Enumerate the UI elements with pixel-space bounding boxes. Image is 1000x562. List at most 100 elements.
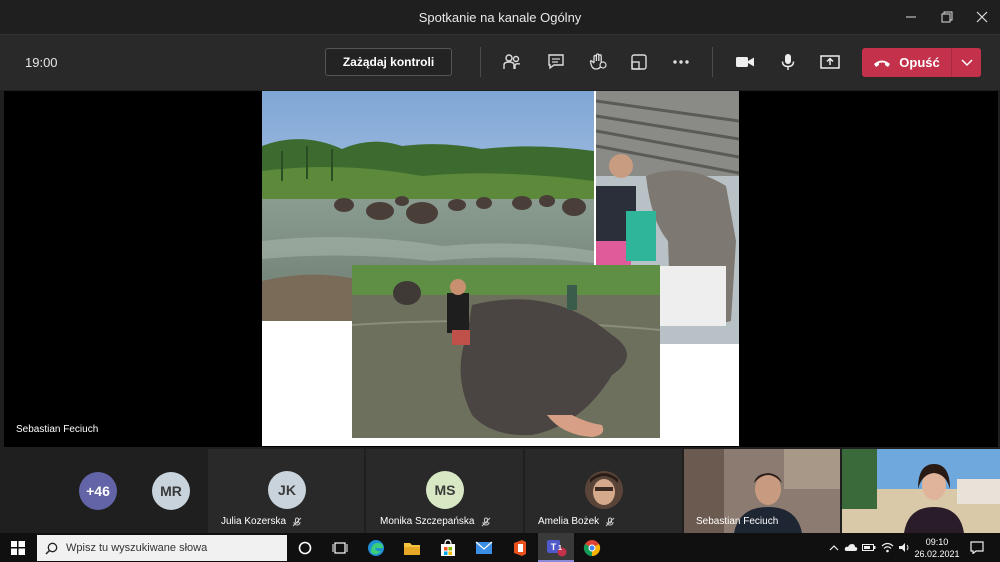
more-options-button[interactable] bbox=[668, 49, 694, 75]
close-button[interactable] bbox=[964, 0, 1000, 34]
participant-name: Julia Kozerska bbox=[221, 516, 302, 527]
store-icon bbox=[441, 538, 455, 556]
mic-muted-icon bbox=[292, 517, 302, 526]
camera-icon bbox=[736, 57, 754, 67]
meeting-timer: 19:00 bbox=[25, 55, 58, 70]
taskbar-app-explorer[interactable] bbox=[394, 533, 430, 562]
participant-label: Monika Szczepańska bbox=[380, 516, 475, 527]
action-center-button[interactable] bbox=[966, 533, 988, 562]
leave-options-button[interactable] bbox=[951, 48, 981, 77]
participants-icon bbox=[503, 54, 521, 69]
elephant-bath-photo bbox=[352, 265, 660, 438]
taskbar-clock[interactable]: 09:10 26.02.2021 bbox=[912, 536, 962, 560]
hang-up-icon bbox=[874, 60, 891, 67]
cortana-icon bbox=[298, 541, 312, 554]
window-title: Spotkanie na kanale Ogólny bbox=[418, 10, 582, 25]
restore-icon bbox=[941, 11, 953, 23]
taskbar-search-box[interactable]: Wpisz tu wyszukiwane słowa bbox=[37, 535, 287, 561]
presenter-name: Sebastian Feciuch bbox=[16, 424, 99, 435]
taskbar-app-chrome[interactable] bbox=[574, 533, 610, 562]
share-icon bbox=[820, 55, 840, 69]
cortana-button[interactable] bbox=[287, 533, 323, 562]
taskbar-app-office[interactable] bbox=[502, 533, 538, 562]
breakout-icon bbox=[631, 54, 647, 70]
close-icon bbox=[976, 11, 988, 23]
folder-icon bbox=[404, 542, 420, 555]
participant-video-tile[interactable] bbox=[842, 449, 1000, 533]
leave-button-group: Opuść bbox=[862, 48, 981, 77]
request-control-button[interactable]: Zażądaj kontroli bbox=[325, 48, 452, 76]
leave-label: Opuść bbox=[899, 55, 940, 70]
raise-hand-icon bbox=[589, 53, 607, 70]
wifi-icon bbox=[881, 542, 893, 553]
mic-muted-icon bbox=[605, 517, 615, 526]
participant-tile[interactable]: MS Monika Szczepańska bbox=[366, 449, 523, 533]
search-placeholder: Wpisz tu wyszukiwane słowa bbox=[66, 542, 208, 554]
participant-tile[interactable]: JK Julia Kozerska bbox=[208, 449, 364, 533]
title-bar: Spotkanie na kanale Ogólny bbox=[0, 0, 1000, 34]
speaker-icon bbox=[898, 543, 908, 552]
network-tray-button[interactable] bbox=[879, 533, 895, 562]
minimize-icon bbox=[906, 16, 916, 18]
start-button[interactable] bbox=[0, 533, 36, 562]
breakout-button[interactable] bbox=[626, 49, 652, 75]
microphone-button[interactable] bbox=[775, 49, 801, 75]
participant-video-tile[interactable]: Sebastian Feciuch bbox=[684, 449, 840, 533]
svg-text:T: T bbox=[551, 542, 557, 552]
teams-notification-badge: 1 bbox=[558, 545, 562, 552]
task-view-button[interactable] bbox=[322, 533, 358, 562]
chat-icon bbox=[548, 54, 564, 70]
mic-icon bbox=[781, 54, 795, 70]
chevron-down-icon bbox=[960, 58, 973, 66]
overflow-participants-button[interactable]: +46 bbox=[79, 472, 117, 510]
edge-icon bbox=[368, 539, 384, 556]
taskbar-app-mail[interactable] bbox=[466, 533, 502, 562]
participant-label: Amelia Bożek bbox=[538, 516, 600, 527]
taskbar-app-store[interactable] bbox=[430, 533, 466, 562]
show-hidden-icons-button[interactable] bbox=[826, 533, 842, 562]
avatar bbox=[585, 471, 623, 509]
raise-hand-button[interactable] bbox=[585, 49, 611, 75]
participant-label: Sebastian Feciuch bbox=[696, 516, 779, 527]
office-icon bbox=[514, 539, 526, 556]
participant-name: Sebastian Feciuch bbox=[696, 516, 778, 527]
onedrive-tray-button[interactable] bbox=[843, 533, 859, 562]
mic-muted-icon bbox=[481, 517, 490, 526]
participants-button[interactable] bbox=[499, 49, 525, 75]
clock-date: 26.02.2021 bbox=[914, 549, 960, 559]
minimize-button[interactable] bbox=[893, 0, 929, 34]
windows-taskbar: Wpisz tu wyszukiwane słowa T 1 09:10 26.… bbox=[0, 533, 1000, 562]
windows-logo-icon bbox=[11, 540, 25, 555]
taskbar-app-edge[interactable] bbox=[358, 533, 394, 562]
search-icon bbox=[45, 542, 58, 555]
mail-icon bbox=[475, 541, 493, 554]
participant-name: Monika Szczepańska bbox=[380, 516, 491, 527]
chevron-up-icon bbox=[829, 544, 839, 550]
participants-strip: +46 MR JK Julia Kozerska MS Monika Szcze… bbox=[0, 447, 1000, 533]
avatar: MR bbox=[152, 472, 190, 510]
task-view-icon bbox=[332, 541, 348, 554]
restore-button[interactable] bbox=[929, 0, 965, 34]
participant-video bbox=[842, 449, 1000, 533]
volume-tray-button[interactable] bbox=[896, 533, 912, 562]
meeting-toolbar: 19:00 Zażądaj kontroli Opuść bbox=[0, 34, 1000, 90]
avatar: MS bbox=[426, 471, 464, 509]
more-icon bbox=[673, 60, 689, 64]
taskbar-app-teams[interactable]: T 1 bbox=[538, 533, 574, 562]
cloud-icon bbox=[844, 544, 858, 551]
notification-icon bbox=[970, 541, 984, 554]
toolbar-divider bbox=[712, 47, 713, 77]
camera-button[interactable] bbox=[732, 49, 758, 75]
leave-button[interactable]: Opuść bbox=[862, 48, 951, 77]
avatar: JK bbox=[268, 471, 306, 509]
share-screen-button[interactable] bbox=[817, 49, 843, 75]
clock-time: 09:10 bbox=[925, 537, 949, 547]
participant-tile[interactable]: Amelia Bożek bbox=[525, 449, 682, 533]
toolbar-divider bbox=[480, 47, 481, 77]
chrome-icon bbox=[583, 539, 601, 556]
battery-icon bbox=[862, 544, 876, 551]
battery-tray-button[interactable] bbox=[861, 533, 877, 562]
shared-slide bbox=[262, 91, 739, 446]
teams-icon: T bbox=[547, 539, 567, 556]
chat-button[interactable] bbox=[543, 49, 569, 75]
